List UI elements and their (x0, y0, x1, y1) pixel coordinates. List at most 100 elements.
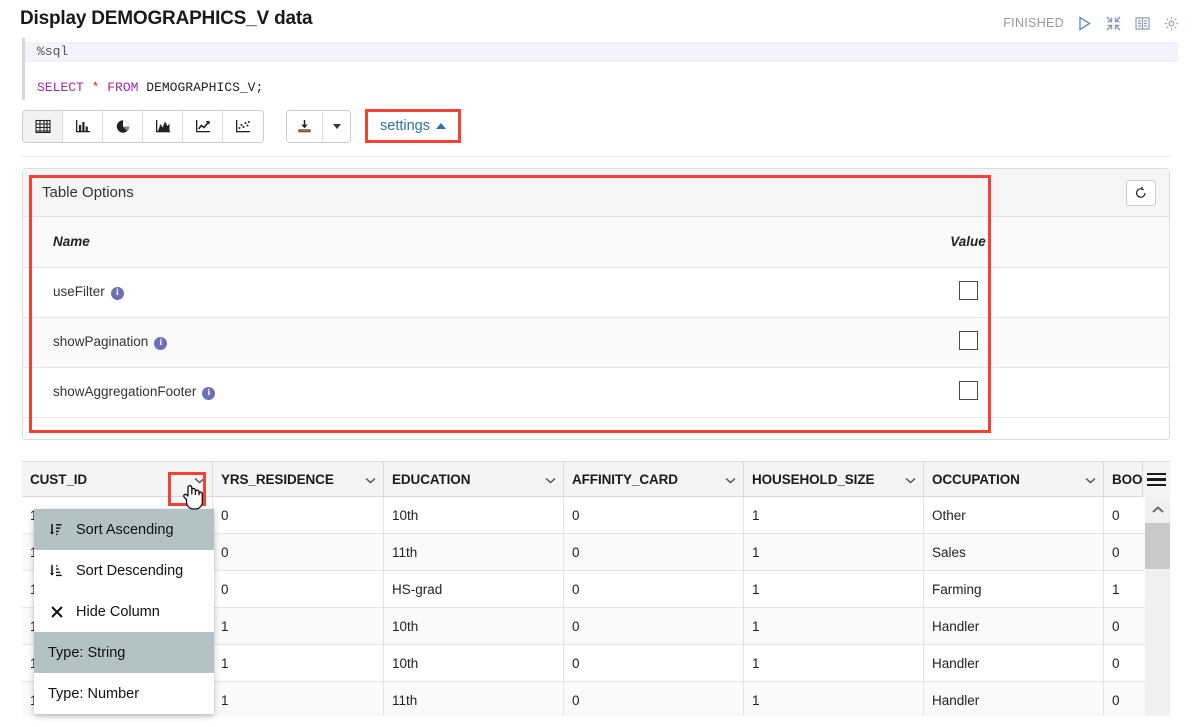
run-icon[interactable] (1075, 14, 1093, 32)
sql-keyword-select: SELECT (37, 80, 84, 95)
grid-cell: 1 (744, 682, 924, 716)
grid-header-row: CUST_ID YRS_RESIDENCE EDUCATION AFFINITY_CA… (22, 462, 1170, 497)
gear-icon[interactable] (1162, 14, 1180, 32)
note-status-bar: FINISHED (1003, 14, 1180, 32)
context-menu-item-type-string[interactable]: Type: String (34, 632, 214, 673)
option-name-cell: showPagination i (23, 317, 903, 368)
chevron-down-icon[interactable] (365, 476, 376, 487)
grid-cell: 0 (564, 608, 744, 644)
grid-cell: Farming (924, 571, 1104, 607)
grid-column-header-affinity_card[interactable]: AFFINITY_CARD (564, 462, 744, 496)
chevron-down-icon[interactable] (194, 476, 205, 487)
chevron-down-icon[interactable] (905, 476, 916, 487)
sort-ascending-icon (48, 522, 65, 537)
scroll-up-arrow-icon[interactable] (1145, 497, 1170, 523)
grid-cell: 10th (384, 497, 564, 533)
showaggregationfooter-checkbox[interactable] (958, 381, 978, 400)
scatter-chart-icon[interactable] (223, 110, 263, 142)
option-label: showPagination (53, 334, 149, 349)
grid-cell: 1 (744, 571, 924, 607)
grid-column-header-education[interactable]: EDUCATION (384, 462, 564, 496)
bar-chart-icon[interactable] (63, 110, 103, 142)
grid-cell: 1 (744, 497, 924, 533)
grid-column-label: EDUCATION (392, 471, 471, 487)
sql-table-name: DEMOGRAPHICS_V; (138, 80, 264, 95)
pie-chart-icon[interactable] (103, 110, 143, 142)
visualization-toolbar: settings (22, 109, 1192, 143)
code-editor[interactable]: %sql SELECT * FROM DEMOGRAPHICS_V; (22, 38, 1178, 100)
settings-label: settings (380, 118, 430, 134)
grid-column-header-household_size[interactable]: HOUSEHOLD_SIZE (744, 462, 924, 496)
grid-column-label: HOUSEHOLD_SIZE (752, 471, 875, 487)
column-header-name: Name (23, 217, 903, 268)
option-spacer-cell (1033, 317, 1169, 368)
grid-column-label: OCCUPATION (932, 471, 1020, 487)
grid-cell: 1 (213, 682, 384, 716)
context-menu-item-sort-descending[interactable]: Sort Descending (34, 550, 214, 591)
grid-cell: 0 (213, 534, 384, 570)
line-chart-icon[interactable] (183, 110, 223, 142)
grid-cell: 1 (744, 645, 924, 681)
column-header-value: Value (903, 217, 1033, 268)
scrollbar-thumb[interactable] (1145, 523, 1170, 569)
table-options-list: Name Value useFilter i showPagination i sh… (23, 217, 1169, 418)
option-spacer-cell (1033, 267, 1169, 318)
sql-line: SELECT * FROM DEMOGRAPHICS_V; (37, 78, 1178, 98)
grid-cell: 11th (384, 682, 564, 716)
grid-column-header-cust_id[interactable]: CUST_ID (22, 462, 213, 496)
info-icon[interactable]: i (110, 287, 124, 300)
table-options-panel: Table Options Name Value useFilter i show… (22, 168, 1170, 440)
download-options-caret-icon[interactable] (323, 110, 350, 142)
context-menu-item-label: Type: String (48, 644, 126, 661)
grid-cell: 1 (744, 534, 924, 570)
table-row: useFilter i (23, 267, 1169, 318)
info-icon[interactable]: i (202, 387, 216, 400)
grid-column-header-occupation[interactable]: OCCUPATION (924, 462, 1104, 496)
info-icon[interactable]: i (154, 337, 168, 350)
interpreter-line: %sql (25, 42, 1178, 62)
grid-cell: 10th (384, 645, 564, 681)
chevron-down-icon[interactable] (545, 476, 556, 487)
grid-cell: 1 (744, 608, 924, 644)
grid-cell: 0 (213, 497, 384, 533)
column-context-menu: Sort Ascending Sort Descending Hide Column… (34, 509, 214, 714)
grid-cell: 10th (384, 608, 564, 644)
context-menu-item-hide-column[interactable]: Hide Column (34, 591, 214, 632)
collapse-icon[interactable] (1104, 14, 1122, 32)
chevron-down-icon[interactable] (725, 476, 736, 487)
area-chart-icon[interactable] (143, 110, 183, 142)
note-header: Display DEMOGRAPHICS_V data FINISHED (0, 0, 1192, 36)
hamburger-menu-icon[interactable] (1142, 462, 1170, 497)
option-label: useFilter (53, 284, 105, 299)
grid-column-header-yrs_residence[interactable]: YRS_RESIDENCE (213, 462, 384, 496)
column-header-spacer (1033, 217, 1169, 268)
grid-column-label: BOO (1112, 471, 1143, 487)
chevron-down-icon[interactable] (1085, 476, 1096, 487)
option-value-cell (903, 367, 1033, 418)
option-label: showAggregationFooter (53, 384, 197, 399)
context-menu-item-type-number[interactable]: Type: Number (34, 673, 214, 714)
download-icon[interactable] (287, 110, 323, 142)
grid-cell: Handler (924, 608, 1104, 644)
reset-icon[interactable] (1126, 179, 1156, 206)
table-options-title: Table Options (42, 184, 134, 201)
grid-column-label: CUST_ID (30, 471, 88, 487)
caret-down-glyph (332, 123, 341, 129)
grid-cell: Sales (924, 534, 1104, 570)
context-menu-item-sort-ascending[interactable]: Sort Ascending (34, 509, 214, 550)
showpagination-checkbox[interactable] (958, 331, 978, 350)
option-value-cell (903, 317, 1033, 368)
settings-toggle[interactable]: settings (365, 109, 461, 143)
usefilter-checkbox[interactable] (958, 281, 978, 300)
option-name-cell: showAggregationFooter i (23, 367, 903, 418)
book-icon[interactable] (1133, 14, 1151, 32)
table-chart-icon[interactable] (23, 110, 63, 142)
grid-cell: 0 (564, 571, 744, 607)
context-menu-item-label: Sort Descending (76, 562, 184, 579)
grid-cell: HS-grad (384, 571, 564, 607)
grid-cell: Other (924, 497, 1104, 533)
option-name-cell: useFilter i (23, 267, 903, 318)
vertical-scrollbar[interactable] (1145, 497, 1170, 716)
editor-blank-line (37, 62, 1178, 78)
grid-cell: 0 (1104, 682, 1148, 716)
